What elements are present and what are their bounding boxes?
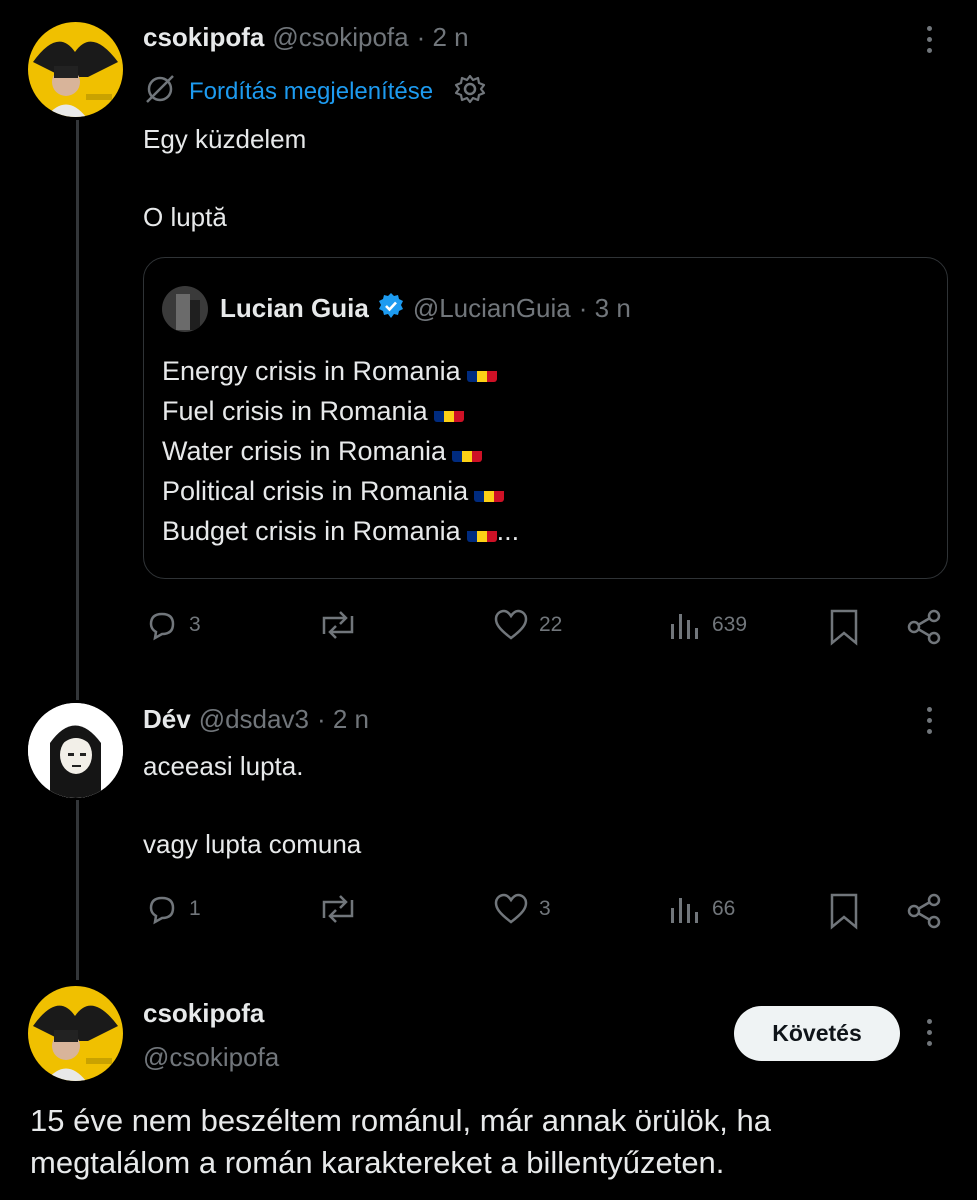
reply-icon bbox=[145, 608, 179, 642]
thread-line bbox=[76, 120, 79, 700]
avatar[interactable] bbox=[28, 986, 123, 1081]
views-icon bbox=[668, 892, 702, 926]
quote-line: Water crisis in Romania bbox=[162, 431, 519, 471]
quote-time: · 3 n bbox=[578, 293, 631, 323]
verified-icon bbox=[377, 292, 405, 325]
reply-button[interactable]: 3 bbox=[145, 608, 201, 642]
follow-button[interactable]: Követés bbox=[734, 1006, 900, 1061]
romania-flag-icon bbox=[474, 482, 505, 502]
translate-link[interactable]: Fordítás megjelenítése bbox=[189, 78, 433, 106]
post-time[interactable]: · 2 n bbox=[417, 22, 469, 53]
romania-flag-icon bbox=[466, 362, 497, 382]
author-name[interactable]: Dév bbox=[143, 704, 191, 735]
repost-icon bbox=[316, 892, 360, 926]
share-button[interactable] bbox=[905, 892, 943, 930]
translate-icon bbox=[143, 72, 177, 111]
author-handle[interactable]: @csokipofa bbox=[143, 1042, 279, 1073]
repost-button[interactable] bbox=[316, 608, 370, 642]
post-text: aceeasi lupta. vagy lupta comuna bbox=[143, 751, 362, 859]
romania-flag-icon bbox=[452, 442, 483, 462]
author-handle[interactable]: @dsdav3 bbox=[199, 704, 309, 735]
author-handle[interactable]: @csokipofa bbox=[272, 22, 408, 53]
like-icon bbox=[493, 892, 529, 926]
quote-line: Energy crisis in Romania bbox=[162, 351, 519, 391]
reply-button[interactable]: 1 bbox=[145, 892, 201, 926]
author-name[interactable]: csokipofa bbox=[143, 22, 264, 53]
bookmark-button[interactable] bbox=[828, 892, 860, 930]
quote-author-handle: @LucianGuia bbox=[412, 293, 571, 323]
quote-line: Fuel crisis in Romania bbox=[162, 391, 519, 431]
share-button[interactable] bbox=[905, 608, 943, 646]
views-button[interactable]: 66 bbox=[668, 892, 735, 926]
quoted-post[interactable]: Lucian Guia @LucianGuia · 3 n Energy cri… bbox=[143, 257, 948, 579]
thread-line bbox=[76, 800, 79, 980]
romania-flag-icon bbox=[433, 402, 464, 422]
quote-line: Political crisis in Romania bbox=[162, 471, 519, 511]
avatar[interactable] bbox=[28, 703, 123, 798]
author-name[interactable]: csokipofa bbox=[143, 998, 264, 1029]
like-button[interactable]: 22 bbox=[493, 608, 562, 642]
gear-icon[interactable] bbox=[453, 72, 487, 111]
quote-line: Budget crisis in Romania... bbox=[162, 511, 519, 551]
views-icon bbox=[668, 608, 702, 642]
quote-author-name: Lucian Guia bbox=[220, 293, 369, 323]
share-icon bbox=[905, 892, 943, 930]
bookmark-icon bbox=[828, 892, 860, 930]
share-icon bbox=[905, 608, 943, 646]
avatar bbox=[162, 286, 208, 332]
like-button[interactable]: 3 bbox=[493, 892, 551, 926]
reply-icon bbox=[145, 892, 179, 926]
bookmark-icon bbox=[828, 608, 860, 646]
main-post-text: 15 éve nem beszéltem románul, már annak … bbox=[30, 1103, 771, 1180]
more-icon[interactable] bbox=[925, 707, 933, 737]
more-icon[interactable] bbox=[925, 26, 933, 56]
post-time[interactable]: · 2 n bbox=[317, 704, 369, 735]
like-icon bbox=[493, 608, 529, 642]
repost-icon bbox=[316, 608, 360, 642]
views-button[interactable]: 639 bbox=[668, 608, 747, 642]
more-icon[interactable] bbox=[925, 1019, 933, 1049]
romania-flag-icon bbox=[466, 522, 497, 542]
avatar[interactable] bbox=[28, 22, 123, 117]
post-text: Egy küzdelem O luptă bbox=[143, 124, 307, 232]
bookmark-button[interactable] bbox=[828, 608, 860, 646]
repost-button[interactable] bbox=[316, 892, 370, 926]
